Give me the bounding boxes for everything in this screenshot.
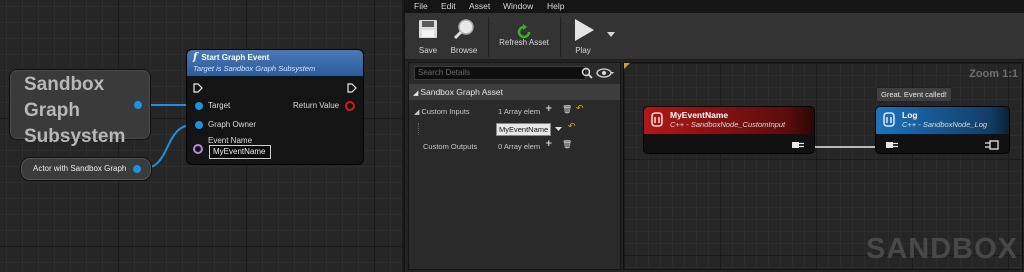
- return-value-pin[interactable]: [345, 101, 355, 111]
- toolbar: Save Browse Refresh Asset Play: [405, 13, 1024, 60]
- custom-inputs-count: 1 Array elem: [498, 107, 541, 116]
- custom-inputs-label: Custom Inputs: [421, 107, 470, 116]
- trash-icon[interactable]: 🗑: [562, 140, 572, 149]
- event-name-pin[interactable]: [193, 144, 203, 154]
- subsystem-output-pin[interactable]: [134, 101, 142, 109]
- graph-owner-pin-label: Graph Owner: [208, 120, 257, 129]
- plug-output-icon[interactable]: [985, 139, 1001, 151]
- log-node-header: Log C++ - SandboxNode_Log: [876, 107, 1009, 134]
- menu-window[interactable]: Window: [503, 1, 533, 11]
- exec-input-pin[interactable]: [193, 83, 203, 93]
- custom-input-node-header: MyEventName C++ - SandboxNode_CustomInpu…: [644, 107, 814, 134]
- add-element-icon[interactable]: +: [545, 139, 553, 149]
- reset-icon[interactable]: ↶: [568, 122, 576, 132]
- save-button-label: Save: [418, 46, 438, 55]
- toolbar-separator: [488, 17, 489, 57]
- start-graph-event-node[interactable]: f Start Graph Event Target is Sandbox Gra…: [186, 49, 364, 165]
- sandbox-graph-canvas[interactable]: Zoom 1:1 SANDBOX MyEventName C++ - Sandb…: [623, 62, 1023, 270]
- subsystem-label-line: Subsystem: [24, 126, 126, 147]
- refresh-asset-label: Refresh Asset: [499, 38, 549, 47]
- play-button-label: Play: [575, 46, 591, 55]
- details-panel: Search Details ◢ Sandbox Graph Asset ◢ C…: [408, 62, 621, 270]
- section-title: Sandbox Graph Asset: [420, 87, 504, 97]
- target-pin[interactable]: [195, 102, 203, 110]
- target-pin-label: Target: [208, 101, 231, 110]
- search-details-input[interactable]: Search Details: [414, 66, 586, 80]
- browse-button-label: Browse: [450, 46, 478, 55]
- play-button[interactable]: Play: [565, 15, 601, 57]
- log-node-subtitle: C++ - SandboxNode_Log: [902, 120, 988, 129]
- trash-icon[interactable]: 🗑: [562, 105, 572, 114]
- refresh-asset-button[interactable]: Refresh Asset: [495, 15, 553, 57]
- play-options-chevron-icon[interactable]: [607, 32, 615, 38]
- save-button[interactable]: Save: [413, 15, 443, 57]
- return-value-pin-label: Return Value: [293, 101, 340, 110]
- menu-help[interactable]: Help: [547, 1, 564, 11]
- menu-asset[interactable]: Asset: [469, 1, 490, 11]
- function-node-header: f Start Graph Event Target is Sandbox Gra…: [187, 50, 363, 76]
- custom-input-node-title: MyEventName: [670, 110, 729, 120]
- graph-owner-pin[interactable]: [195, 121, 203, 129]
- browse-button[interactable]: Browse: [447, 15, 481, 57]
- menu-file[interactable]: File: [414, 1, 428, 11]
- subsystem-label-line: Graph: [24, 100, 80, 121]
- event-name-input[interactable]: MyEventName: [209, 145, 271, 159]
- custom-input-node[interactable]: MyEventName C++ - SandboxNode_CustomInpu…: [643, 106, 815, 154]
- subsystem-label-line: Sandbox: [24, 74, 105, 95]
- blueprint-graph-panel[interactable]: Sandbox Graph Subsystem f Start Graph Eve…: [0, 0, 402, 272]
- dropdown-chevron-icon[interactable]: [555, 127, 562, 132]
- log-node-tooltip: Great. Event called!: [876, 87, 952, 102]
- function-node-title-row: f Start Graph Event: [193, 52, 357, 63]
- actor-node-label: Actor with Sandbox Graph: [33, 164, 127, 173]
- node-type-icon: [883, 112, 895, 127]
- reset-icon[interactable]: ↶: [576, 104, 584, 114]
- node-connection-wire: [810, 146, 886, 148]
- add-element-icon[interactable]: +: [545, 104, 553, 114]
- function-icon: f: [193, 52, 198, 63]
- menu-bar: File Edit Asset Window Help: [405, 0, 1024, 13]
- play-icon: [575, 19, 594, 41]
- node-type-icon: [651, 112, 663, 127]
- magnifier-icon: [453, 19, 474, 40]
- menu-edit[interactable]: Edit: [441, 1, 456, 11]
- eye-icon[interactable]: [596, 68, 614, 78]
- log-node-title: Log: [902, 110, 918, 120]
- plug-input-icon[interactable]: [884, 140, 900, 150]
- subsystem-node-label: Sandbox Graph Subsystem: [24, 72, 126, 150]
- function-node-title: Start Graph Event: [201, 53, 270, 62]
- event-name-pin-label: Event Name: [208, 136, 253, 145]
- search-icon[interactable]: [581, 67, 593, 79]
- sandbox-graph-asset-section[interactable]: ◢ Sandbox Graph Asset: [409, 84, 620, 100]
- log-node[interactable]: Log C++ - SandboxNode_Log: [875, 106, 1010, 154]
- actor-output-pin[interactable]: [133, 165, 141, 173]
- save-icon: [419, 20, 437, 38]
- exec-output-pin[interactable]: [347, 83, 357, 93]
- sandbox-graph-editor: File Edit Asset Window Help Save Browse …: [404, 0, 1024, 272]
- array-element-indent: [418, 123, 420, 135]
- custom-outputs-count: 0 Array elem: [498, 142, 541, 151]
- toolbar-separator: [560, 17, 561, 57]
- custom-inputs-row: ◢ Custom Inputs: [414, 107, 470, 116]
- plug-output-icon[interactable]: [790, 140, 806, 150]
- custom-input-node-subtitle: C++ - SandboxNode_CustomInput: [670, 120, 786, 129]
- custom-input-name-field[interactable]: MyEventName: [496, 123, 551, 136]
- search-placeholder: Search Details: [418, 68, 471, 77]
- custom-outputs-label: Custom Outputs: [423, 142, 478, 151]
- function-node-subtitle: Target is Sandbox Graph Subsystem: [193, 64, 316, 73]
